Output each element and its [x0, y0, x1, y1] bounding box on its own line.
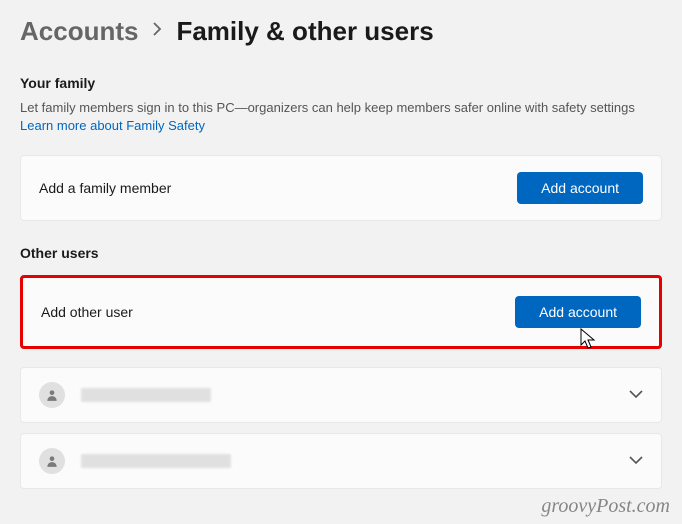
- person-icon: [39, 448, 65, 474]
- chevron-right-icon: [152, 22, 162, 41]
- user-name-redacted: [81, 388, 211, 402]
- family-header: Your family: [20, 75, 662, 91]
- add-other-user-label: Add other user: [41, 304, 133, 320]
- breadcrumb-root[interactable]: Accounts: [20, 16, 138, 47]
- breadcrumb: Accounts Family & other users: [20, 16, 662, 47]
- add-other-account-button[interactable]: Add account: [515, 296, 641, 328]
- add-other-user-card: Add other user Add account: [20, 275, 662, 349]
- add-family-label: Add a family member: [39, 180, 171, 196]
- other-users-section: Other users Add other user Add account: [20, 245, 662, 489]
- add-family-member-card: Add a family member Add account: [20, 155, 662, 221]
- user-name-redacted: [81, 454, 231, 468]
- family-desc-text: Let family members sign in to this PC—or…: [20, 100, 635, 115]
- family-description: Let family members sign in to this PC—or…: [20, 99, 662, 135]
- other-users-header: Other users: [20, 245, 662, 261]
- user-row[interactable]: [20, 433, 662, 489]
- add-family-account-button[interactable]: Add account: [517, 172, 643, 204]
- user-row[interactable]: [20, 367, 662, 423]
- chevron-down-icon[interactable]: [629, 386, 643, 404]
- chevron-down-icon[interactable]: [629, 452, 643, 470]
- family-section: Your family Let family members sign in t…: [20, 75, 662, 221]
- breadcrumb-current: Family & other users: [176, 16, 433, 47]
- family-safety-link[interactable]: Learn more about Family Safety: [20, 118, 205, 133]
- person-icon: [39, 382, 65, 408]
